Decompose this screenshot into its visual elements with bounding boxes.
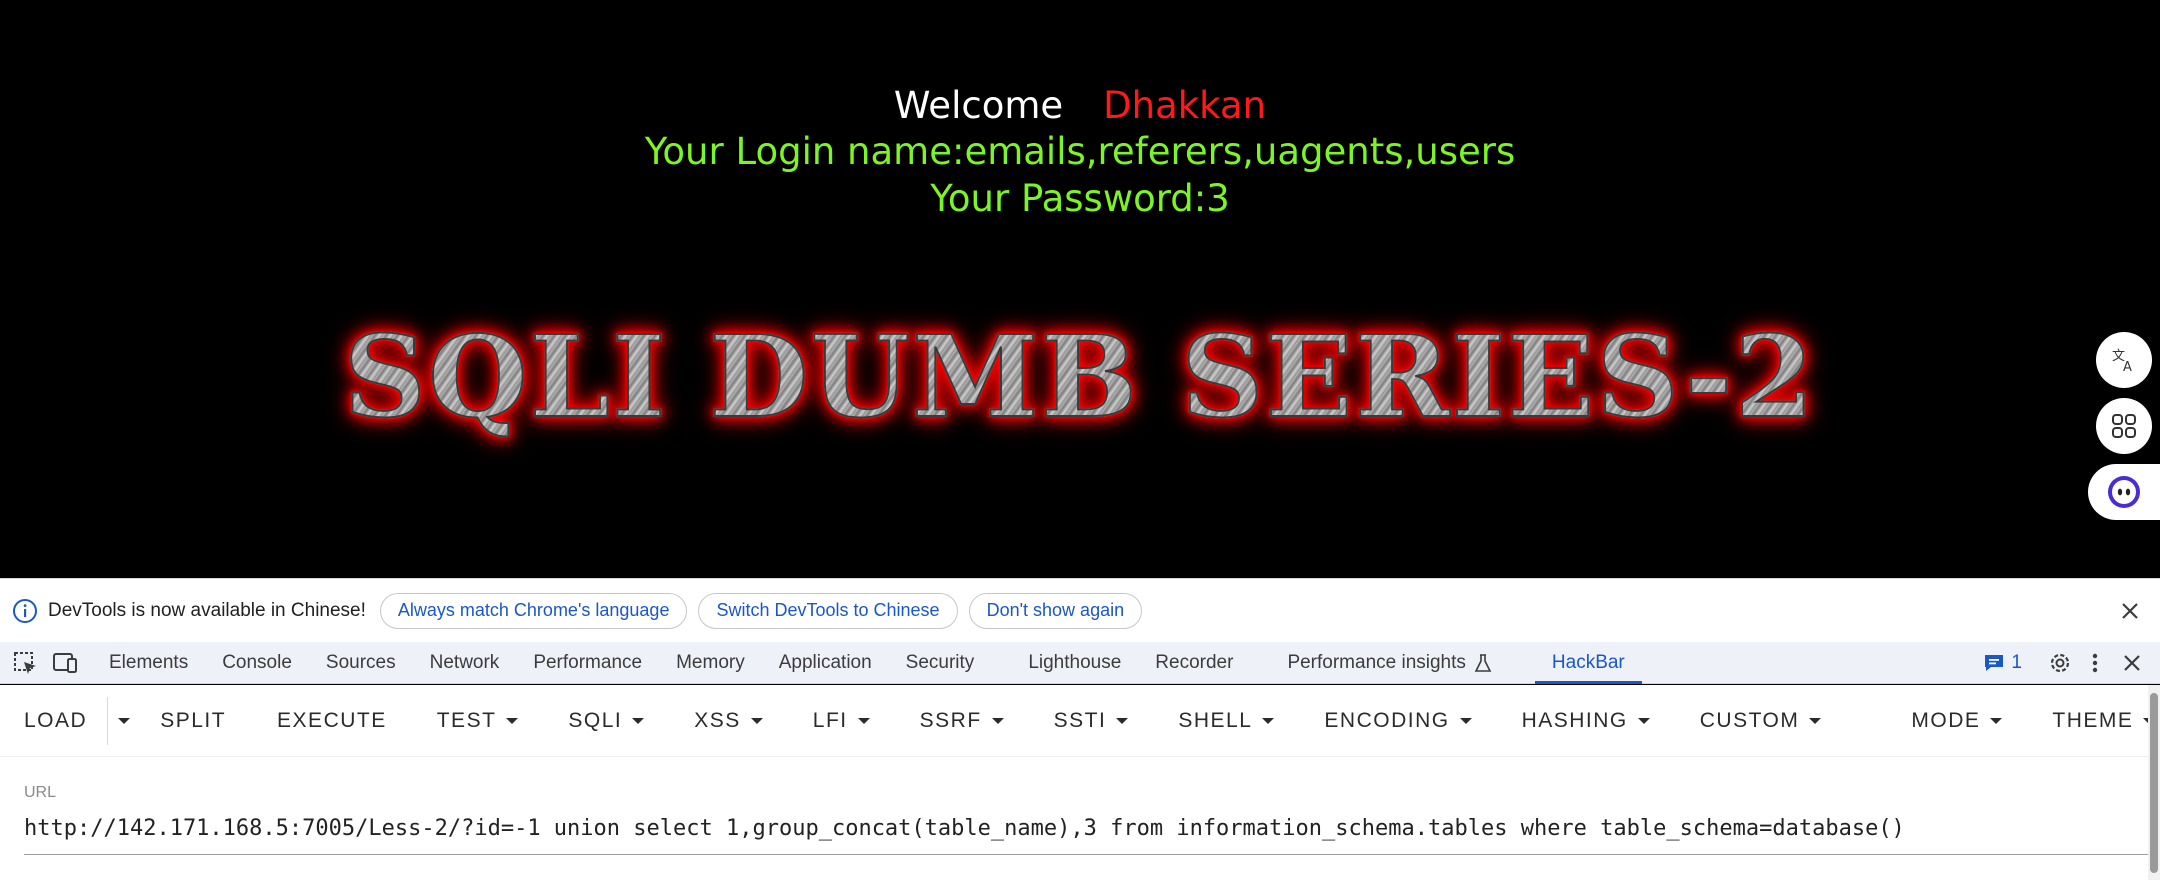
encoding-menu[interactable]: ENCODING	[1324, 685, 1472, 757]
chevron-down-icon	[1459, 717, 1472, 724]
url-input[interactable]: http://142.171.168.5:7005/Less-2/?id=-1 …	[24, 803, 2148, 855]
info-icon	[13, 598, 37, 623]
url-label: URL	[24, 784, 57, 801]
welcome-username: Dhakkan	[1103, 84, 1267, 127]
tab-network[interactable]: Network	[413, 642, 517, 684]
chevron-down-icon	[632, 717, 645, 724]
page-viewport: Welcome Dhakkan Your Login name:emails,re…	[0, 0, 2160, 578]
issues-counter[interactable]: 1	[1983, 652, 2022, 674]
hackbar-scrollbar[interactable]	[2148, 685, 2160, 880]
tab-security[interactable]: Security	[889, 642, 992, 684]
load-button[interactable]: LOAD	[24, 685, 87, 757]
settings-gear-icon[interactable]	[2046, 649, 2074, 677]
tab-sources[interactable]: Sources	[309, 642, 413, 684]
tab-elements[interactable]: Elements	[92, 642, 205, 684]
close-icon[interactable]	[2116, 597, 2144, 625]
chevron-down-icon	[1262, 717, 1275, 724]
device-toolbar-icon[interactable]	[50, 648, 80, 678]
close-devtools-icon[interactable]	[2120, 651, 2144, 675]
devtools-language-infobar: DevTools is now available in Chinese! Al…	[0, 578, 2160, 642]
more-options-icon[interactable]	[2088, 649, 2102, 677]
encoding-menu-label: ENCODING	[1324, 708, 1450, 732]
chevron-down-icon	[991, 717, 1004, 724]
mode-menu[interactable]: MODE	[1911, 685, 2003, 757]
theme-menu[interactable]: THEME	[2052, 685, 2156, 757]
dont-show-again-button[interactable]: Don't show again	[968, 592, 1143, 629]
custom-menu-label: CUSTOM	[1699, 708, 1800, 732]
hackbar-panel: LOAD SPLIT EXECUTE TEST SQLI XSS LFI SSR…	[0, 685, 2160, 880]
login-name-text: Your Login name:emails,referers,uagents,…	[644, 130, 1516, 173]
split-button[interactable]: SPLIT	[160, 685, 226, 757]
hackbar-toolbar: LOAD SPLIT EXECUTE TEST SQLI XSS LFI SSR…	[0, 685, 2160, 757]
xss-menu[interactable]: XSS	[694, 685, 763, 757]
banner-title: SQLI DUMB SERIES-2	[343, 311, 1817, 444]
chevron-down-icon	[1116, 717, 1129, 724]
tab-performance-insights[interactable]: Performance insights	[1270, 642, 1508, 684]
hashing-menu-label: HASHING	[1521, 708, 1628, 732]
sqli-menu-label: SQLI	[568, 708, 623, 732]
password-text: Your Password:3	[930, 177, 1230, 220]
devtools-right-controls: 1	[1983, 642, 2160, 684]
side-toolbar: 文 A	[2088, 332, 2160, 530]
chevron-down-icon	[506, 717, 519, 724]
assistant-button[interactable]	[2088, 464, 2160, 520]
series-banner: SQLI DUMB SERIES-2	[0, 311, 2160, 452]
ssrf-menu[interactable]: SSRF	[920, 685, 1004, 757]
chevron-down-icon	[118, 717, 131, 724]
test-menu-label: TEST	[436, 708, 497, 732]
shell-menu-label: SHELL	[1178, 708, 1253, 732]
infobar-message: DevTools is now available in Chinese!	[48, 599, 366, 621]
flask-icon	[1474, 653, 1492, 672]
tab-performance[interactable]: Performance	[516, 642, 659, 684]
translate-button[interactable]: 文 A	[2096, 332, 2152, 388]
issues-icon	[1985, 655, 2004, 671]
shell-menu[interactable]: SHELL	[1178, 685, 1275, 757]
chevron-down-icon	[1637, 717, 1650, 724]
chevron-down-icon	[750, 717, 763, 724]
inspect-element-icon[interactable]	[10, 648, 40, 678]
mode-menu-label: MODE	[1911, 708, 1981, 732]
test-menu[interactable]: TEST	[437, 685, 519, 757]
chevron-down-icon	[1809, 717, 1822, 724]
tab-recorder[interactable]: Recorder	[1138, 642, 1250, 684]
load-options-dropdown[interactable]	[118, 685, 131, 757]
custom-menu[interactable]: CUSTOM	[1700, 685, 1822, 757]
lfi-menu[interactable]: LFI	[813, 685, 870, 757]
issues-count: 1	[2011, 652, 2022, 673]
assistant-icon	[2108, 476, 2140, 508]
svg-text:A: A	[2123, 360, 2132, 374]
tab-memory[interactable]: Memory	[659, 642, 762, 684]
tab-console[interactable]: Console	[205, 642, 309, 684]
chevron-down-icon	[857, 717, 870, 724]
tab-lighthouse[interactable]: Lighthouse	[1011, 642, 1138, 684]
theme-menu-label: THEME	[2052, 708, 2134, 732]
apps-icon	[2112, 414, 2136, 438]
tab-hackbar[interactable]: HackBar	[1534, 642, 1642, 684]
toolbar-divider	[107, 696, 109, 745]
devtools-tabbar: Elements Console Sources Network Perform…	[0, 642, 2160, 684]
ssti-menu[interactable]: SSTI	[1054, 685, 1129, 757]
xss-menu-label: XSS	[694, 708, 741, 732]
hashing-menu[interactable]: HASHING	[1522, 685, 1650, 757]
tab-performance-insights-label: Performance insights	[1287, 651, 1466, 673]
ssrf-menu-label: SSRF	[919, 708, 982, 732]
translate-icon: 文 A	[2112, 349, 2132, 374]
execute-button[interactable]: EXECUTE	[277, 685, 387, 757]
ssti-menu-label: SSTI	[1053, 708, 1107, 732]
welcome-text: Welcome	[893, 84, 1064, 127]
switch-to-chinese-button[interactable]: Switch DevTools to Chinese	[698, 592, 958, 629]
chevron-down-icon	[1990, 717, 2003, 724]
welcome-line: Welcome Dhakkan	[0, 84, 2160, 127]
tab-application[interactable]: Application	[762, 642, 889, 684]
sqli-menu[interactable]: SQLI	[568, 685, 645, 757]
lfi-menu-label: LFI	[812, 708, 848, 732]
apps-button[interactable]	[2096, 398, 2152, 454]
match-language-button[interactable]: Always match Chrome's language	[379, 592, 688, 629]
scrollbar-thumb[interactable]	[2150, 693, 2158, 873]
